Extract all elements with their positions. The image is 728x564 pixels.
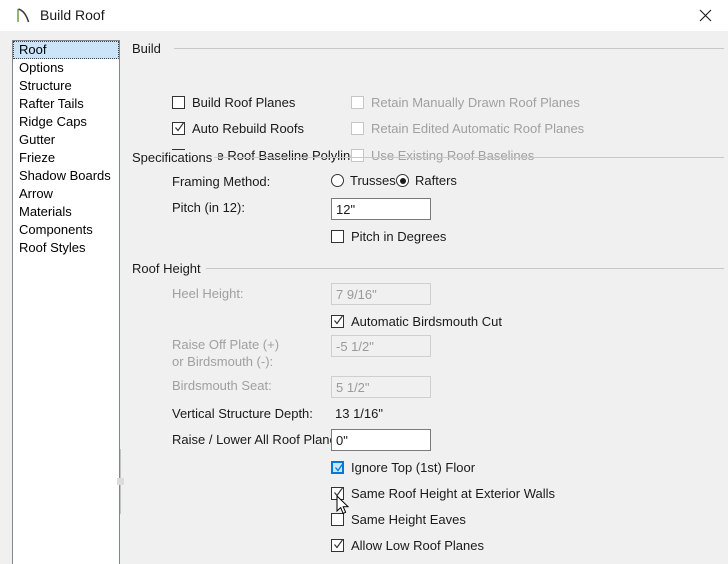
framing-method-label: Framing Method: [172,174,271,189]
dialog-body: Roof Options Structure Rafter Tails Ridg… [0,31,728,564]
pitch-input[interactable] [331,198,431,220]
checkbox-box [331,539,344,552]
roof-icon [14,6,34,26]
check-icon [335,462,345,472]
close-button[interactable] [682,0,728,31]
sidebar-item-components[interactable]: Components [13,221,119,239]
sidebar-item-roof[interactable]: Roof [13,41,119,59]
checkbox-allow-low-roof-planes[interactable]: Allow Low Roof Planes [331,537,484,554]
checkbox-label: Retain Edited Automatic Roof Planes [371,121,585,136]
checkbox-label: Automatic Birdsmouth Cut [351,314,503,329]
checkbox-automatic-birdsmouth-cut[interactable]: Automatic Birdsmouth Cut [331,313,502,330]
checkbox-box [172,122,185,135]
checkbox-box [351,96,364,109]
panel-splitter-grip[interactable] [117,478,124,485]
sidebar-item-label: Roof [19,42,47,57]
sidebar-item-label: Frieze [19,150,56,165]
checkbox-retain-edited-automatic-roof-planes: Retain Edited Automatic Roof Planes [351,120,584,137]
checkbox-label: Allow Low Roof Planes [351,538,484,553]
check-icon [175,122,184,132]
sidebar-item-options[interactable]: Options [13,59,119,77]
birdsmouth-seat-input [331,376,431,398]
check-icon [334,315,343,325]
group-title-roof-height: Roof Height [132,261,207,276]
sidebar-item-label: Options [19,60,64,75]
sidebar-item-rafter-tails[interactable]: Rafter Tails [13,95,119,113]
raise-off-plate-label-line2: or Birdsmouth (-): [172,354,274,369]
vertical-structure-depth-value: 13 1/16" [335,406,383,421]
sidebar-item-label: Materials [19,204,72,219]
sidebar-item-ridge-caps[interactable]: Ridge Caps [13,113,119,131]
checkbox-label: Same Height Eaves [351,512,466,527]
window-title: Build Roof [40,7,105,23]
sidebar-item-materials[interactable]: Materials [13,203,119,221]
radio-circle [331,174,344,187]
checkbox-box [331,513,344,526]
settings-panel: Build Build Roof Planes Auto Rebuild Roo… [130,31,728,564]
check-icon [334,539,343,549]
checkbox-use-existing-roof-baselines: Use Existing Roof Baselines [351,147,534,164]
checkbox-label: Auto Rebuild Roofs [192,121,305,136]
sidebar-item-label: Structure [19,78,72,93]
checkbox-retain-manually-drawn-roof-planes: Retain Manually Drawn Roof Planes [351,94,580,111]
group-rule-build [174,48,724,49]
checkbox-same-roof-height-at-exterior-walls[interactable]: Same Roof Height at Exterior Walls [331,485,555,502]
sidebar-item-gutter[interactable]: Gutter [13,131,119,149]
heel-height-label: Heel Height: [172,286,244,301]
group-title-specifications: Specifications [132,150,219,165]
heel-height-input [331,283,431,305]
checkbox-box [331,230,344,243]
checkbox-label: Build Roof Planes [192,95,296,110]
sidebar-item-roof-styles[interactable]: Roof Styles [13,239,119,257]
sidebar-item-label: Rafter Tails [19,96,84,111]
checkbox-box [172,96,185,109]
pitch-label: Pitch (in 12): [172,200,245,215]
sidebar-item-label: Shadow Boards [19,168,111,183]
group-rule-roof-height [206,268,724,269]
sidebar-item-label: Gutter [19,132,56,147]
sidebar-item-arrow[interactable]: Arrow [13,185,119,203]
raise-off-plate-label-line1: Raise Off Plate (+) [172,337,280,352]
checkbox-box [331,461,345,474]
sidebar-item-structure[interactable]: Structure [13,77,119,95]
category-list[interactable]: Roof Options Structure Rafter Tails Ridg… [12,40,120,564]
checkbox-label: Pitch in Degrees [351,229,447,244]
group-title-build: Build [132,41,167,56]
checkbox-box [351,122,364,135]
raise-lower-all-roof-planes-label: Raise / Lower All Roof Planes: [172,432,347,447]
sidebar-item-label: Arrow [19,186,53,201]
radio-label: Trusses [350,173,396,188]
radio-circle [396,174,409,187]
checkbox-box [331,487,344,500]
sidebar-item-label: Roof Styles [19,240,86,255]
checkbox-ignore-top-floor[interactable]: Ignore Top (1st) Floor [331,459,475,476]
checkbox-label: Retain Manually Drawn Roof Planes [371,95,580,110]
checkbox-same-height-eaves[interactable]: Same Height Eaves [331,511,466,528]
sidebar-item-shadow-boards[interactable]: Shadow Boards [13,167,119,185]
checkbox-label: Same Roof Height at Exterior Walls [351,486,555,501]
sidebar-item-label: Components [19,222,93,237]
checkbox-pitch-in-degrees[interactable]: Pitch in Degrees [331,228,446,245]
checkbox-box [331,315,344,328]
sidebar-item-label: Ridge Caps [19,114,87,129]
check-icon [334,487,343,497]
raise-lower-all-roof-planes-input[interactable] [331,429,431,451]
sidebar-item-frieze[interactable]: Frieze [13,149,119,167]
checkbox-label: Use Existing Roof Baselines [371,148,535,163]
checkbox-box [351,149,364,162]
checkbox-auto-rebuild-roofs[interactable]: Auto Rebuild Roofs [172,120,304,137]
radio-label: Rafters [415,173,457,188]
title-bar: Build Roof [0,0,728,32]
raise-off-plate-input [331,335,431,357]
checkbox-label: Ignore Top (1st) Floor [351,460,476,475]
vertical-structure-depth-label: Vertical Structure Depth: [172,406,313,421]
radio-rafters[interactable]: Rafters [396,172,473,189]
checkbox-build-roof-planes[interactable]: Build Roof Planes [172,94,295,111]
group-rule-specifications [214,157,724,158]
birdsmouth-seat-label: Birdsmouth Seat: [172,378,272,393]
